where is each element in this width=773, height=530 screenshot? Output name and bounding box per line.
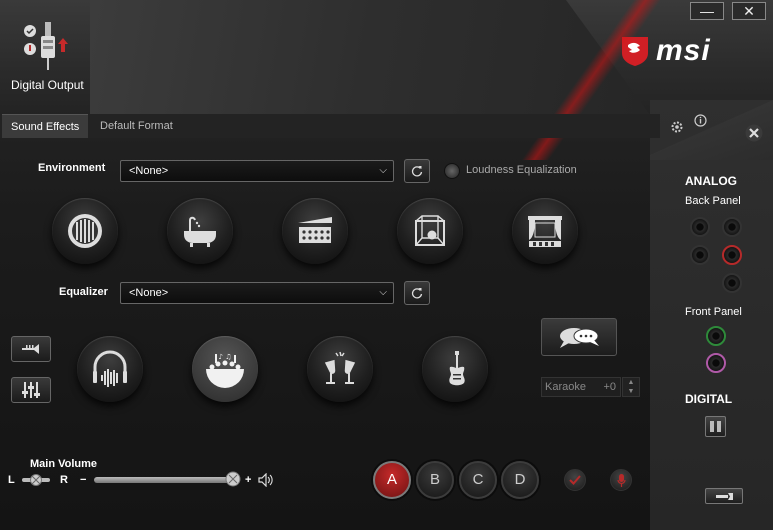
- back-jack-active[interactable]: [722, 245, 742, 265]
- chevron-down-icon: ⌵: [379, 287, 387, 298]
- equalizer-selected-value: <None>: [129, 287, 169, 299]
- karaoke-label: Karaoke: [545, 381, 586, 393]
- concert-hall-icon: [298, 217, 332, 243]
- room-icon: [68, 214, 102, 248]
- balance-left-label: L: [8, 474, 15, 486]
- eq-sliders-button[interactable]: [11, 377, 51, 403]
- eq-preset-headphone-bass[interactable]: [77, 336, 143, 402]
- back-panel-label: Back Panel: [685, 195, 741, 207]
- environment-select[interactable]: <None> ⌵: [120, 160, 394, 182]
- eq-preset-party[interactable]: [307, 336, 373, 402]
- loudness-label: Loudness Equalization: [466, 164, 577, 176]
- env-preset-concert-hall[interactable]: [282, 198, 348, 264]
- tab-bar: Sound Effects Default Format: [0, 114, 660, 138]
- environment-selected-value: <None>: [129, 165, 169, 177]
- karaoke-spinner[interactable]: ▲ ▼: [622, 377, 640, 397]
- minimize-button[interactable]: —: [690, 2, 724, 20]
- wrench-icon: [716, 493, 733, 500]
- connector-settings-button[interactable]: [705, 488, 743, 504]
- profile-info-button[interactable]: [610, 469, 632, 491]
- profile-b-button[interactable]: B: [416, 461, 454, 499]
- karaoke-button[interactable]: [541, 318, 617, 356]
- environment-reset-button[interactable]: [404, 159, 430, 183]
- live-crowd-icon: ♪ ♫: [206, 353, 244, 388]
- digital-output-label: Digital Output: [11, 78, 84, 92]
- trumpet-mode-button[interactable]: [11, 336, 51, 362]
- msi-dragon-icon: [622, 37, 648, 66]
- volume-thumb[interactable]: [224, 471, 242, 487]
- speaker-icon[interactable]: [258, 473, 273, 487]
- volume-plus[interactable]: +: [245, 474, 251, 486]
- analog-heading: ANALOG: [685, 174, 737, 188]
- msi-logo: msi: [620, 33, 735, 69]
- volume-track[interactable]: [94, 477, 240, 483]
- equalizer-select[interactable]: <None> ⌵: [120, 282, 394, 304]
- sound-effects-panel: Environment <None> ⌵ Loudness Equalizati…: [0, 138, 650, 530]
- close-button[interactable]: ✕: [732, 2, 766, 20]
- eq-preset-guitar[interactable]: [422, 336, 488, 402]
- volume-minus[interactable]: −: [80, 474, 86, 486]
- env-preset-bathroom[interactable]: [167, 198, 233, 264]
- tab-default-format[interactable]: Default Format: [91, 114, 182, 138]
- back-jack-3[interactable]: [690, 245, 710, 265]
- back-jack-1[interactable]: [690, 217, 710, 237]
- headphone-bass-icon: [93, 350, 127, 387]
- theater-icon: [528, 216, 562, 247]
- balance-slider[interactable]: [20, 474, 52, 486]
- app-window: Digital Output — ✕ msi Sound Effects Def…: [0, 0, 773, 530]
- back-jack-2[interactable]: [722, 217, 742, 237]
- digital-output-icon: [24, 22, 68, 70]
- apply-button[interactable]: [564, 469, 586, 491]
- digital-output-button[interactable]: [705, 416, 726, 437]
- party-icon: [324, 351, 356, 384]
- brand-name: msi: [656, 34, 711, 67]
- info-icon[interactable]: [694, 114, 707, 127]
- stone-room-icon: [415, 215, 445, 246]
- mic-icon: [617, 474, 626, 487]
- env-preset-theater[interactable]: [512, 198, 578, 264]
- trumpet-icon: [22, 344, 39, 354]
- chat-bubbles-icon: [560, 328, 599, 348]
- loudness-toggle[interactable]: [444, 163, 460, 179]
- env-preset-stone-room[interactable]: [397, 198, 463, 264]
- tab-sound-effects[interactable]: Sound Effects: [2, 114, 89, 138]
- front-jack-headphone[interactable]: [706, 326, 726, 346]
- bathroom-icon: [184, 216, 216, 247]
- eq-preset-live-crowd[interactable]: ♪ ♫: [192, 336, 258, 402]
- back-jack-5[interactable]: [722, 273, 742, 293]
- karaoke-field[interactable]: Karaoke +0: [541, 377, 621, 397]
- main-volume-label: Main Volume: [30, 458, 98, 470]
- profile-c-button[interactable]: C: [459, 461, 497, 499]
- digital-output-device[interactable]: Digital Output: [8, 20, 98, 100]
- reset-icon: [411, 166, 423, 177]
- guitar-icon: [449, 351, 465, 386]
- digital-port-icon: [710, 421, 721, 432]
- gear-icon[interactable]: [670, 120, 684, 134]
- equalizer-reset-button[interactable]: [404, 281, 430, 305]
- front-panel-label: Front Panel: [685, 306, 742, 318]
- env-preset-room[interactable]: [52, 198, 118, 264]
- svg-text:♪ ♫: ♪ ♫: [219, 353, 232, 361]
- balance-right-label: R: [60, 474, 68, 486]
- profile-a-button[interactable]: A: [373, 461, 411, 499]
- spin-down-icon[interactable]: ▼: [623, 387, 639, 396]
- chevron-down-icon: ⌵: [379, 165, 387, 176]
- karaoke-value: +0: [603, 381, 616, 393]
- header-decoration: [90, 0, 650, 115]
- check-icon: [569, 475, 581, 485]
- sliders-icon: [22, 382, 40, 398]
- environment-label: Environment: [38, 162, 106, 174]
- digital-heading: DIGITAL: [685, 392, 733, 406]
- equalizer-label: Equalizer: [59, 286, 108, 298]
- front-jack-mic[interactable]: [706, 353, 726, 373]
- profile-d-button[interactable]: D: [501, 461, 539, 499]
- spin-up-icon[interactable]: ▲: [623, 378, 639, 387]
- tools-icon[interactable]: [745, 124, 763, 142]
- reset-icon: [411, 288, 423, 299]
